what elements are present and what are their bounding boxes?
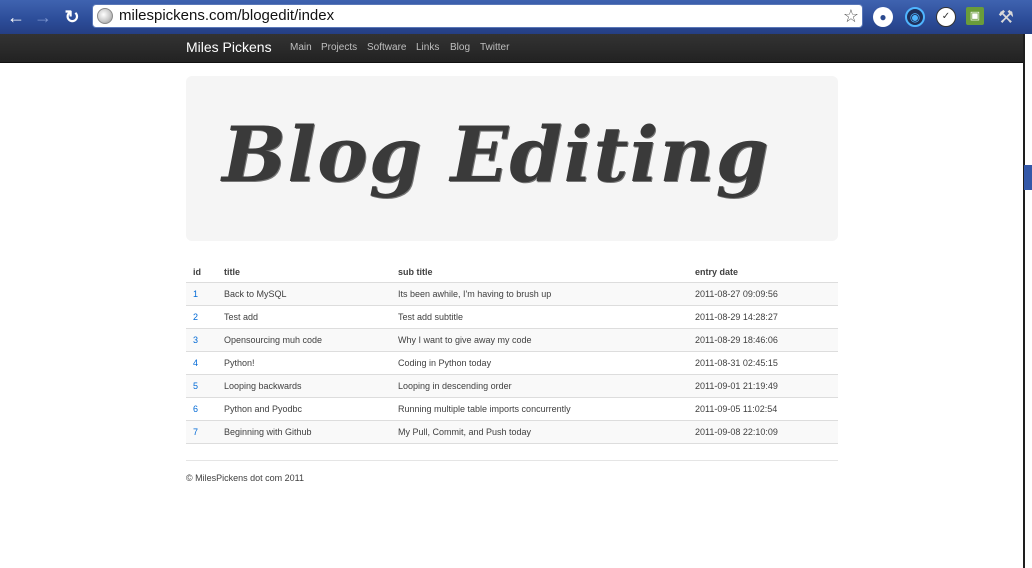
nav-link-software[interactable]: Software <box>367 42 406 54</box>
entry-sub-title: Test add subtitle <box>398 312 464 322</box>
back-arrow-icon[interactable]: ← <box>6 7 26 27</box>
window-edge <box>1024 34 1032 568</box>
browser-toolbar: ← → ↻ milespickens.com/blogedit/index ☆ … <box>0 0 1032 34</box>
entry-sub-title: My Pull, Commit, and Push today <box>398 427 532 437</box>
eye-extension-icon[interactable]: ◉ <box>905 7 925 27</box>
entry-title: Python! <box>224 358 255 368</box>
forward-arrow-icon[interactable]: → <box>33 7 53 27</box>
entry-id-link[interactable]: 6 <box>193 398 198 420</box>
globe-icon <box>97 8 113 24</box>
entry-id-link[interactable]: 4 <box>193 352 198 374</box>
entry-title: Test add <box>224 312 259 322</box>
table-row: 2 Test add Test add subtitle 2011-08-29 … <box>186 305 838 328</box>
column-header-id: id <box>193 267 201 277</box>
window-border <box>1023 34 1025 568</box>
entry-title: Opensourcing muh code <box>224 335 323 345</box>
entry-sub-title: Why I want to give away my code <box>398 335 532 345</box>
column-header-sub-title: sub title <box>398 267 433 277</box>
table-header-row: id title sub title entry date <box>186 260 838 282</box>
entry-date: 2011-09-01 21:19:49 <box>695 381 778 391</box>
entry-date: 2011-09-05 11:02:54 <box>695 404 778 414</box>
entry-sub-title: Coding in Python today <box>398 358 492 368</box>
star-icon[interactable]: ☆ <box>843 5 859 27</box>
entry-date: 2011-08-29 14:28:27 <box>695 312 778 322</box>
entry-id-link[interactable]: 1 <box>193 283 198 305</box>
site-navbar: Miles Pickens Main Projects Software Lin… <box>0 34 1024 63</box>
reload-icon[interactable]: ↻ <box>62 7 82 27</box>
entry-title: Beginning with Github <box>224 427 312 437</box>
nav-link-main[interactable]: Main <box>290 42 312 54</box>
hero-unit: Blog Editing <box>186 76 838 241</box>
entry-date: 2011-08-27 09:09:56 <box>695 289 778 299</box>
url-text[interactable]: milespickens.com/blogedit/index <box>119 7 334 25</box>
address-bar[interactable]: milespickens.com/blogedit/index ☆ <box>92 4 863 28</box>
nav-link-projects[interactable]: Projects <box>321 42 357 54</box>
column-header-title: title <box>224 267 241 277</box>
entry-sub-title: Its been awhile, I'm having to brush up <box>398 289 552 299</box>
wrench-icon[interactable]: ⚒ <box>996 7 1016 27</box>
footer-divider <box>186 460 838 461</box>
monitor-extension-icon[interactable]: ▣ <box>966 7 984 25</box>
table-row: 4 Python! Coding in Python today 2011-08… <box>186 351 838 374</box>
nav-link-twitter[interactable]: Twitter <box>480 42 509 54</box>
table-row: 3 Opensourcing muh code Why I want to gi… <box>186 328 838 351</box>
entry-id-link[interactable]: 2 <box>193 306 198 328</box>
table-row: 7 Beginning with Github My Pull, Commit,… <box>186 420 838 443</box>
entry-sub-title: Looping in descending order <box>398 381 512 391</box>
entry-sub-title: Running multiple table imports concurren… <box>398 404 571 414</box>
entry-date: 2011-08-31 02:45:15 <box>695 358 778 368</box>
entry-title: Back to MySQL <box>224 289 287 299</box>
blog-entries-table: id title sub title entry date 1 Back to … <box>186 260 838 444</box>
background-window-fragment <box>1024 165 1032 190</box>
brand-link[interactable]: Miles Pickens <box>186 39 272 56</box>
footer-copyright: © MilesPickens dot com 2011 <box>186 473 305 483</box>
chat-extension-icon[interactable]: ● <box>873 7 893 27</box>
page-title: Blog Editing <box>222 110 770 199</box>
entry-id-link[interactable]: 7 <box>193 421 198 443</box>
table-row: 6 Python and Pyodbc Running multiple tab… <box>186 397 838 420</box>
nav-link-links[interactable]: Links <box>416 42 439 54</box>
entry-title: Looping backwards <box>224 381 302 391</box>
nav-link-blog[interactable]: Blog <box>450 42 470 54</box>
clock-extension-icon[interactable]: ✓ <box>936 7 956 27</box>
entry-date: 2011-09-08 22:10:09 <box>695 427 778 437</box>
column-header-entry-date: entry date <box>695 267 739 277</box>
entry-title: Python and Pyodbc <box>224 404 303 414</box>
table-bottom-rule <box>186 443 838 444</box>
entry-date: 2011-08-29 18:46:06 <box>695 335 778 345</box>
table-row: 5 Looping backwards Looping in descendin… <box>186 374 838 397</box>
entry-id-link[interactable]: 3 <box>193 329 198 351</box>
entry-id-link[interactable]: 5 <box>193 375 198 397</box>
table-row: 1 Back to MySQL Its been awhile, I'm hav… <box>186 282 838 305</box>
